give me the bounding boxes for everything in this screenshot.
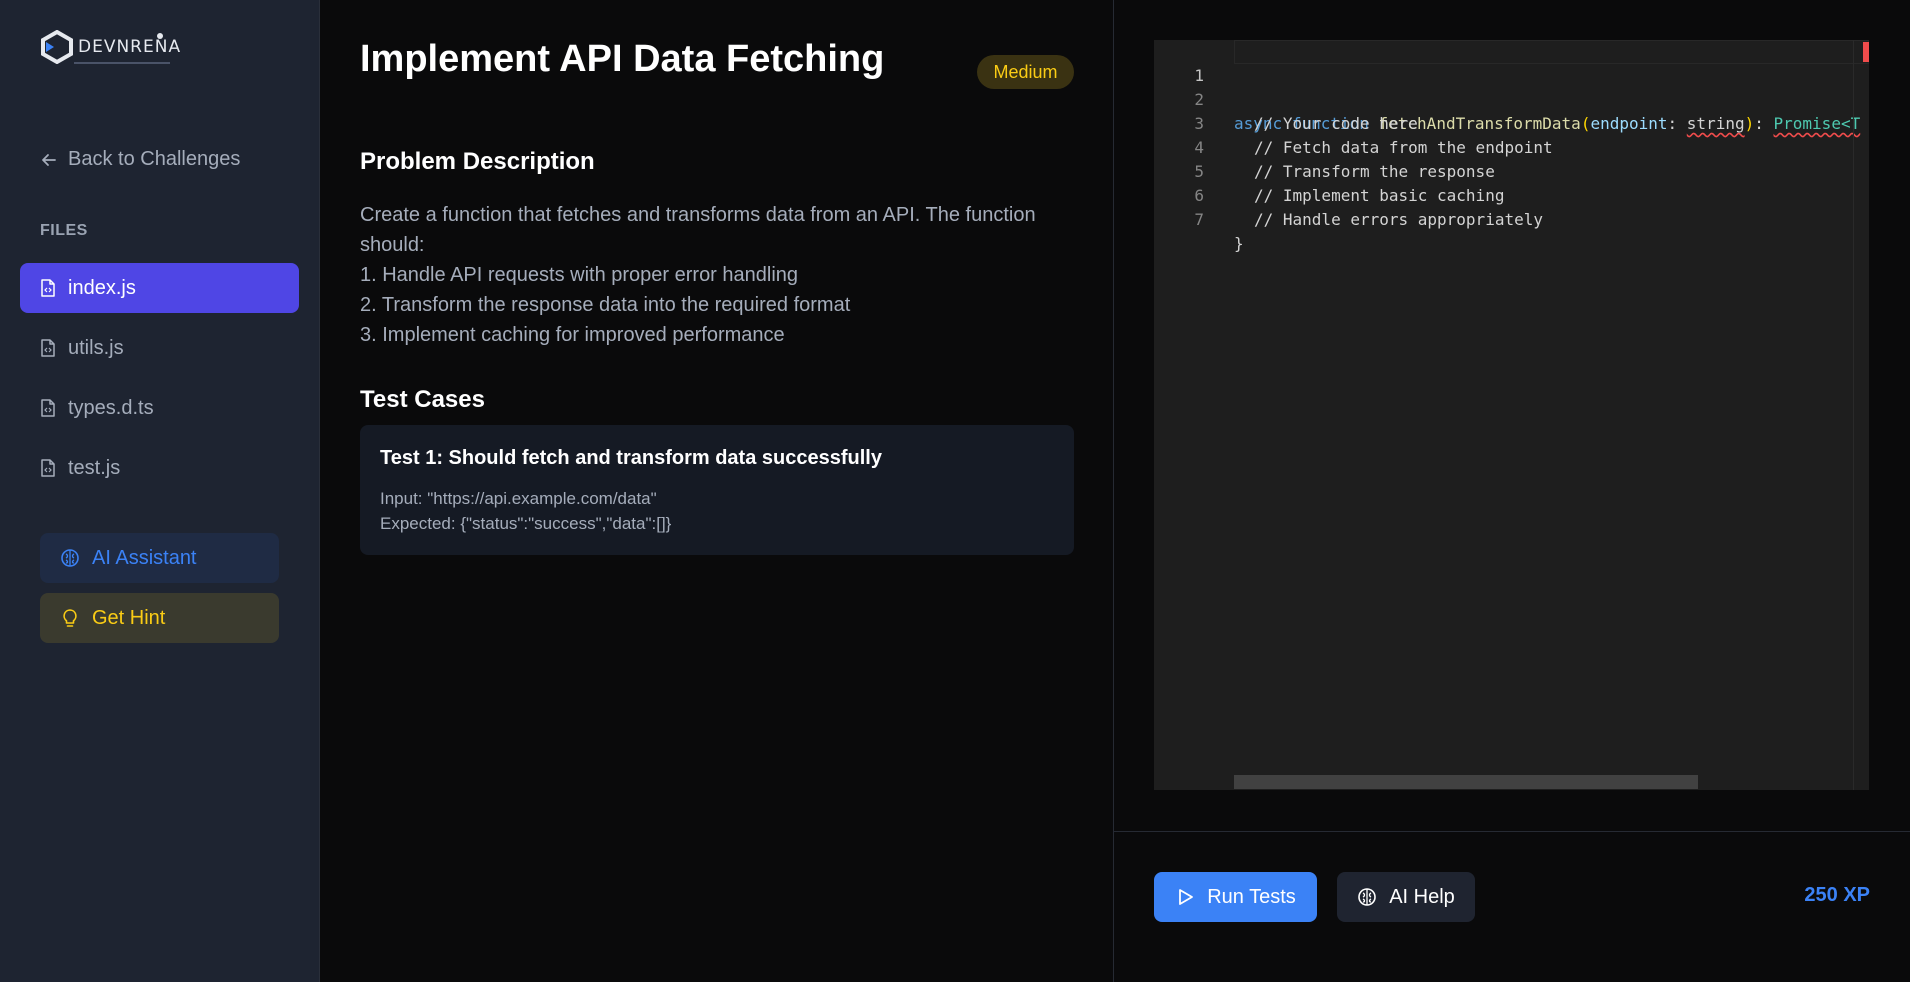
logo-dot (157, 33, 163, 39)
file-code-icon (41, 339, 55, 357)
file-item-utils-js[interactable]: utils.js (20, 323, 299, 373)
description-line: 1. Handle API requests with proper error… (360, 264, 799, 286)
file-code-icon (41, 399, 55, 417)
current-line-highlight (1234, 40, 1869, 64)
code-line: 5 // Implement basic caching (1154, 136, 1869, 205)
ai-assistant-label: AI Assistant (92, 546, 197, 569)
code-text[interactable]: // Handle errors appropriately (1254, 208, 1543, 232)
brain-icon (61, 549, 79, 567)
get-hint-button[interactable]: Get Hint (40, 593, 279, 643)
file-name: types.d.ts (68, 396, 154, 419)
file-name: test.js (68, 456, 121, 479)
description-line: 3. Implement caching for improved perfor… (360, 324, 785, 346)
code-line: 6 // Handle errors appropriately (1154, 160, 1869, 229)
file-code-icon (41, 459, 55, 477)
description-line: Create a function that fetches and trans… (360, 204, 1036, 256)
brain-icon (1358, 888, 1377, 906)
sidebar: DEVNRENA Back to Challenges FILES index.… (0, 0, 320, 982)
file-code-icon (41, 279, 55, 297)
file-name: index.js (68, 276, 136, 299)
difficulty-badge: Medium (977, 55, 1074, 89)
ai-help-button[interactable]: AI Help (1337, 872, 1475, 922)
ai-assistant-button[interactable]: AI Assistant (40, 533, 279, 583)
code-line: 7 } (1154, 184, 1869, 253)
problem-description: Create a function that fetches and trans… (360, 200, 1060, 350)
logo-tagline-line (74, 62, 170, 64)
code-editor[interactable]: 1 async function fetchAndTransformData(e… (1154, 40, 1869, 790)
get-hint-label: Get Hint (92, 606, 166, 629)
divider (1114, 831, 1910, 832)
code-line: 1 async function fetchAndTransformData(e… (1154, 40, 1869, 133)
test-case-input: Input: "https://api.example.com/data" (380, 489, 657, 508)
problem-panel: Implement API Data Fetching Medium Probl… (320, 0, 1114, 982)
arrow-left-icon (42, 153, 56, 166)
back-label: Back to Challenges (68, 148, 241, 170)
file-item-types-d-ts[interactable]: types.d.ts (20, 383, 299, 433)
description-line: 2. Transform the response data into the … (360, 294, 851, 316)
run-tests-label: Run Tests (1207, 885, 1296, 908)
test-cases-heading: Test Cases (360, 386, 485, 413)
ai-help-label: AI Help (1389, 885, 1455, 908)
file-item-index-js[interactable]: index.js (20, 263, 299, 313)
file-item-test-js[interactable]: test.js (20, 443, 299, 493)
lightbulb-icon (63, 609, 77, 627)
test-case-card: Test 1: Should fetch and transform data … (360, 425, 1074, 555)
editor-panel: 1 async function fetchAndTransformData(e… (1114, 0, 1910, 982)
test-case-title: Test 1: Should fetch and transform data … (380, 447, 882, 469)
files-section-label: FILES (40, 222, 88, 239)
problem-description-heading: Problem Description (360, 148, 595, 175)
code-line: 3 // Fetch data from the endpoint (1154, 88, 1869, 157)
code-line: 4 // Transform the response (1154, 112, 1869, 181)
page-title: Implement API Data Fetching (360, 38, 885, 80)
back-to-challenges-link[interactable]: Back to Challenges (40, 148, 240, 171)
file-name: utils.js (68, 336, 124, 359)
logo-icon (41, 30, 73, 64)
vertical-scrollbar[interactable] (1853, 40, 1869, 790)
run-tests-button[interactable]: Run Tests (1154, 872, 1317, 922)
logo-text: DEVNRENA (78, 37, 182, 57)
code-text[interactable]: } (1234, 232, 1244, 256)
play-icon (1179, 889, 1194, 905)
test-case-expected: Expected: {"status":"success","data":[]} (380, 514, 672, 533)
code-line: 2 // Your code here (1154, 64, 1869, 133)
line-number: 7 (1194, 210, 1204, 229)
xp-reward: 250 XP (1804, 884, 1870, 906)
horizontal-scrollbar[interactable] (1234, 775, 1698, 789)
